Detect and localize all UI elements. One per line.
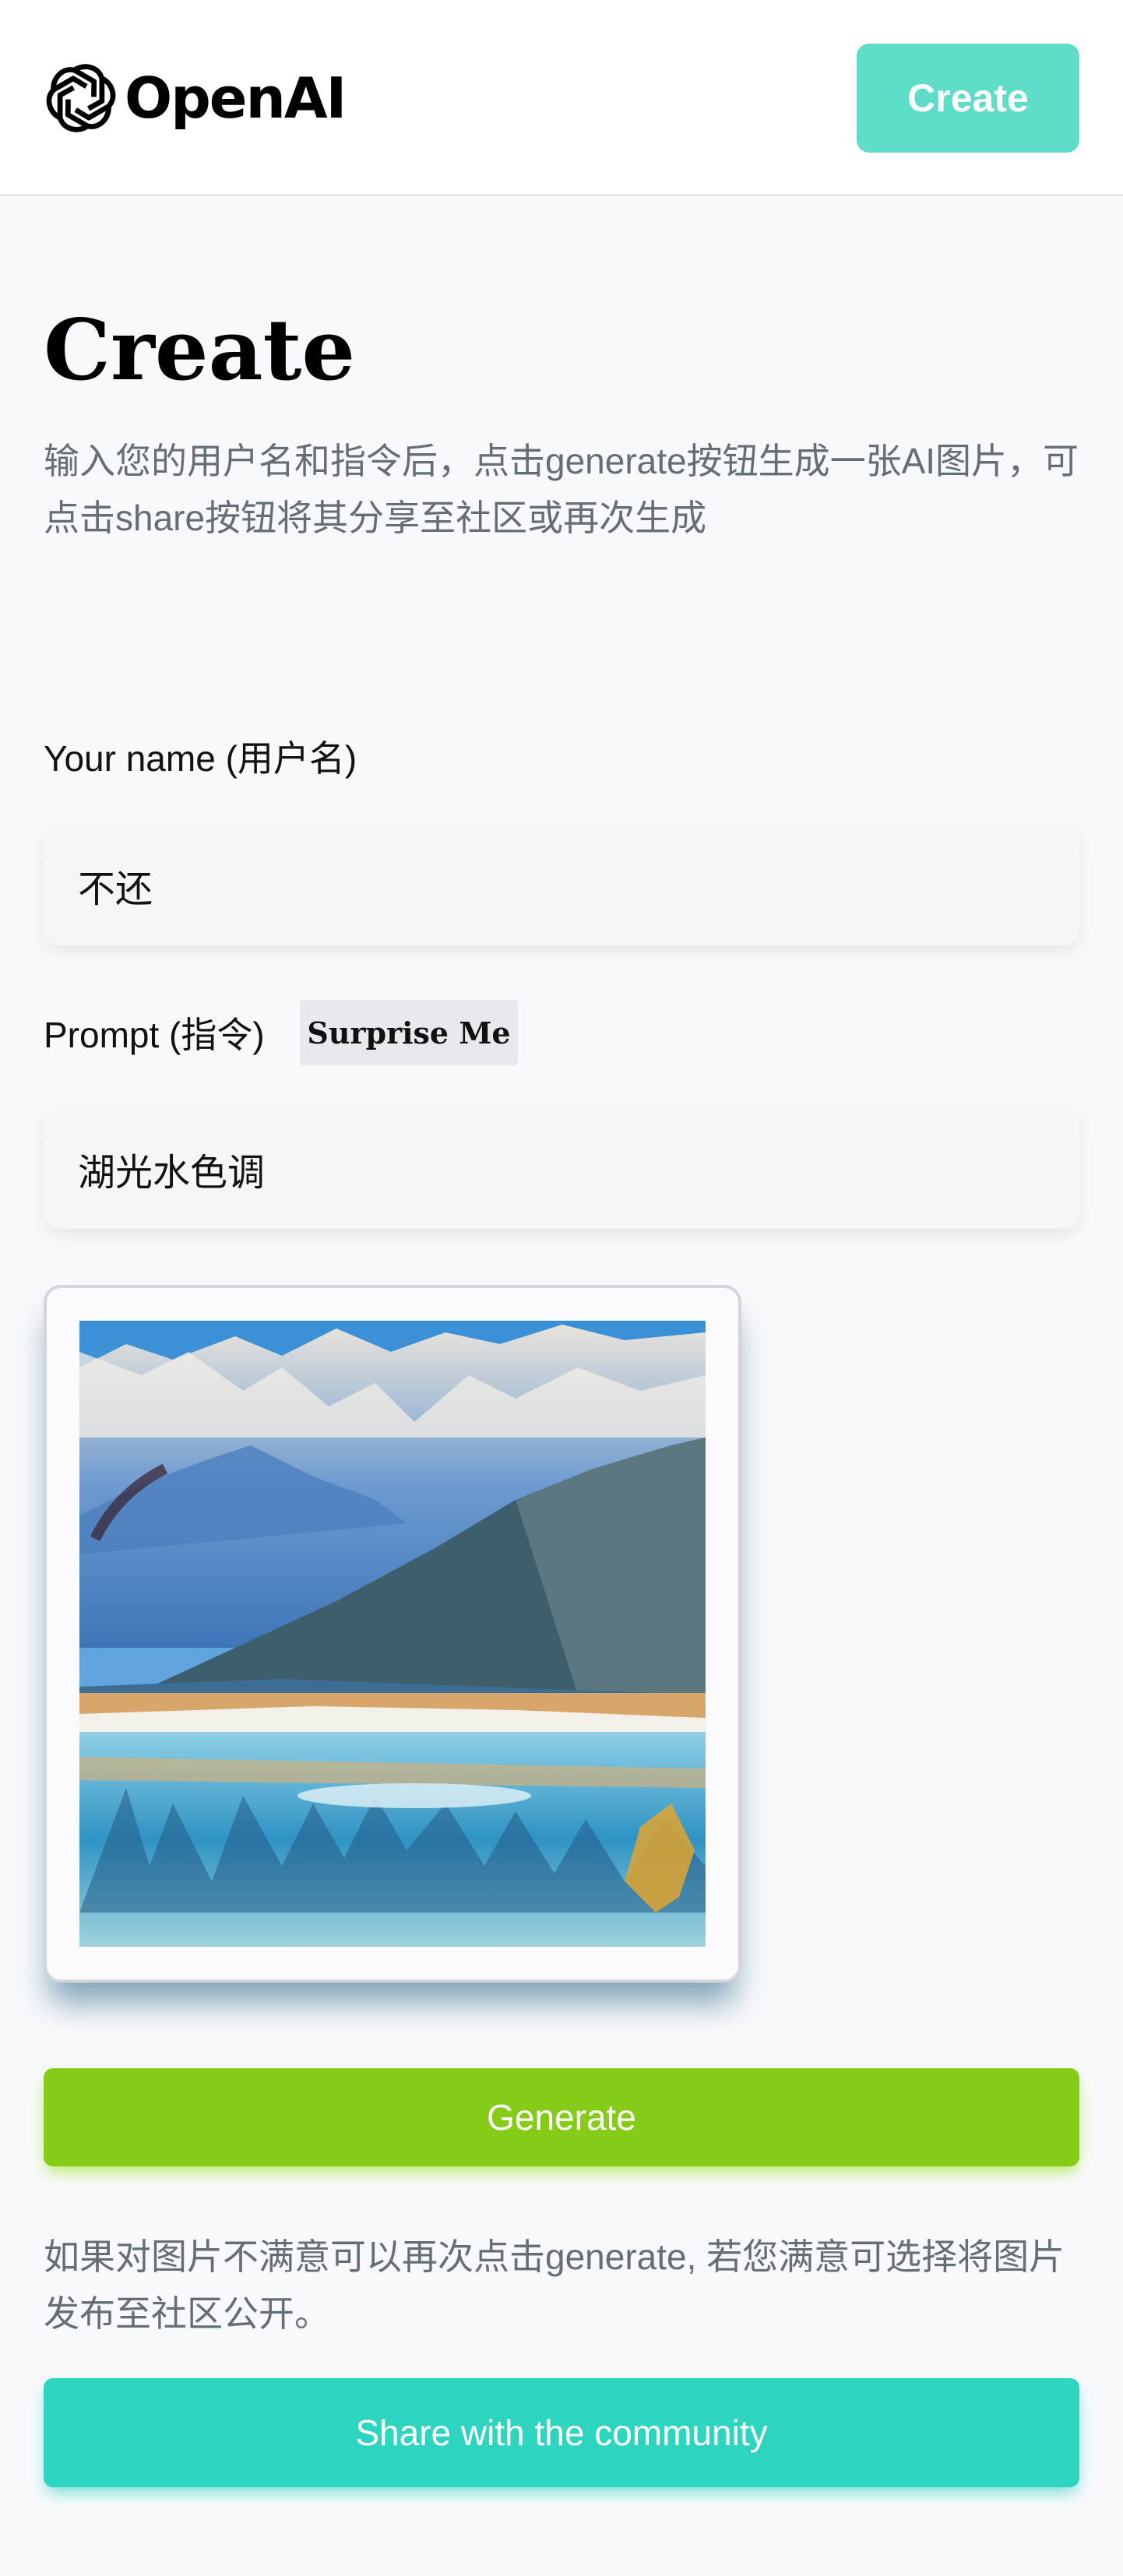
share-hint-text: 如果对图片不满意可以再次点击generate, 若您满意可选择将图片发布至社区公… bbox=[44, 2236, 1065, 2334]
logo-wordmark: OpenAI bbox=[125, 65, 347, 131]
prompt-input[interactable]: 湖光水色调 bbox=[44, 1109, 1079, 1229]
page-title: Create bbox=[44, 301, 356, 399]
share-community-button[interactable]: Share with the community bbox=[44, 2378, 1079, 2487]
generate-button[interactable]: Generate bbox=[44, 2068, 1079, 2166]
openai-logo-icon bbox=[46, 64, 116, 132]
top-nav: OpenAI Create bbox=[0, 0, 1123, 196]
image-preview-card bbox=[44, 1285, 741, 1983]
create-nav-button[interactable]: Create bbox=[857, 44, 1079, 153]
prompt-label: Prompt (指令) bbox=[44, 1015, 265, 1055]
surprise-me-button[interactable]: Surprise Me bbox=[300, 1000, 518, 1065]
page-description: 输入您的用户名和指令后，点击generate按钮生成一张AI图片，可点击shar… bbox=[44, 441, 1079, 538]
name-input[interactable]: 不还 bbox=[44, 825, 1079, 945]
name-label: Your name (用户名) bbox=[44, 738, 357, 779]
openai-logo[interactable]: OpenAI bbox=[44, 58, 347, 139]
generated-image bbox=[79, 1321, 706, 1947]
